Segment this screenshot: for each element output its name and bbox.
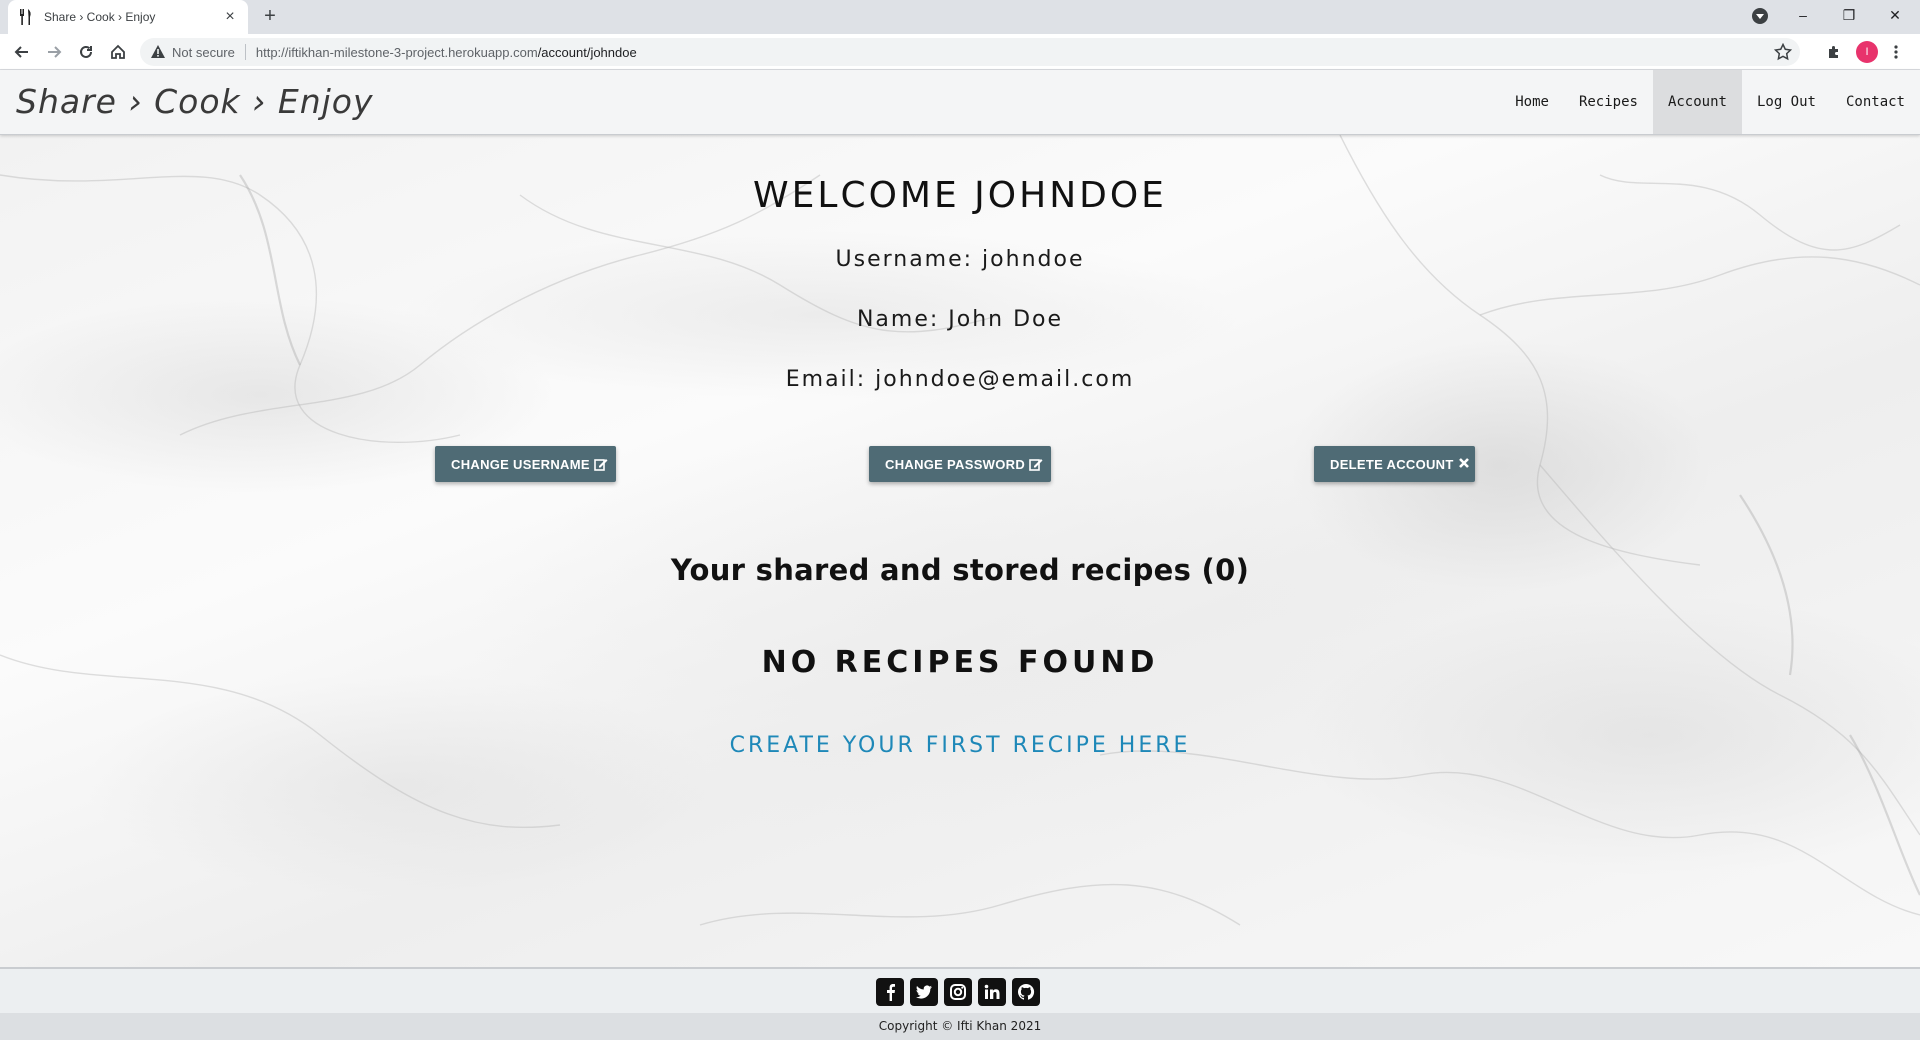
recipes-heading: Your shared and stored recipes (0) <box>670 553 1250 587</box>
copyright-text: Copyright © Ifti Khan 2021 <box>878 1019 1042 1033</box>
forward-arrow-icon[interactable] <box>42 40 66 64</box>
twitter-icon[interactable] <box>910 978 938 1006</box>
account-page-main: WELCOME JOHNDOE Username: johndoe Name: … <box>0 135 1920 967</box>
tab-close-icon[interactable]: × <box>222 9 238 25</box>
linkedin-icon[interactable] <box>978 978 1006 1006</box>
change-password-label: CHANGE PASSWORD <box>885 456 1026 472</box>
site-navbar: Share › Cook › Enjoy Home Recipes Accoun… <box>0 70 1920 135</box>
nav-links: Home Recipes Account Log Out Contact <box>1500 70 1920 134</box>
extensions-puzzle-icon[interactable] <box>1822 40 1846 64</box>
new-tab-button[interactable]: + <box>258 5 282 29</box>
welcome-heading: WELCOME JOHNDOE <box>753 175 1167 216</box>
delete-account-label: DELETE ACCOUNT <box>1330 456 1454 472</box>
delete-account-button[interactable]: DELETE ACCOUNT <box>1314 446 1475 482</box>
edit-icon <box>1029 457 1043 471</box>
nav-contact[interactable]: Contact <box>1831 70 1920 134</box>
edit-icon <box>594 457 608 471</box>
profile-avatar[interactable]: I <box>1856 41 1878 63</box>
change-password-button[interactable]: CHANGE PASSWORD <box>869 446 1051 482</box>
create-recipe-container: CREATE YOUR FIRST RECIPE HERE <box>0 733 1920 758</box>
site-brand-logo[interactable]: Share › Cook › Enjoy <box>16 82 374 121</box>
social-links <box>876 978 1040 1006</box>
url-text[interactable]: http://iftikhan-milestone-3-project.hero… <box>256 45 637 60</box>
nav-recipes[interactable]: Recipes <box>1564 70 1653 134</box>
close-x-icon <box>1458 457 1470 471</box>
bookmark-star-icon[interactable] <box>1773 42 1793 61</box>
instagram-icon[interactable] <box>944 978 972 1006</box>
change-username-button[interactable]: CHANGE USERNAME <box>435 446 616 482</box>
address-bar[interactable]: Not secure http://iftikhan-milestone-3-p… <box>140 38 1800 66</box>
name-info: Name: John Doe <box>856 307 1064 332</box>
facebook-icon[interactable] <box>876 978 904 1006</box>
reload-icon[interactable] <box>74 40 98 64</box>
omnibox-divider <box>244 44 246 60</box>
nav-log-out[interactable]: Log Out <box>1742 70 1831 134</box>
browser-tab-strip: Share › Cook › Enjoy × + – ❐ ✕ <box>0 0 1920 34</box>
tab-search-icon[interactable] <box>1752 8 1768 24</box>
github-icon[interactable] <box>1012 978 1040 1006</box>
home-icon[interactable] <box>106 40 130 64</box>
no-recipes-message: NO RECIPES FOUND <box>761 645 1159 680</box>
url-host: http://iftikhan-milestone-3-project.hero… <box>255 44 538 60</box>
browser-toolbar: Not secure http://iftikhan-milestone-3-p… <box>0 34 1920 70</box>
change-username-label: CHANGE USERNAME <box>451 456 590 472</box>
account-content: WELCOME JOHNDOE Username: johndoe Name: … <box>0 135 1920 967</box>
minimize-button[interactable]: – <box>1780 0 1826 30</box>
create-first-recipe-link[interactable]: CREATE YOUR FIRST RECIPE HERE <box>730 733 1191 758</box>
nav-home[interactable]: Home <box>1500 70 1564 134</box>
username-info: Username: johndoe <box>835 247 1085 272</box>
fork-knife-icon <box>18 9 34 25</box>
security-label[interactable]: Not secure <box>172 45 235 60</box>
footer-social-bar <box>0 967 1920 1013</box>
tab-title: Share › Cook › Enjoy <box>44 10 156 24</box>
back-arrow-icon[interactable] <box>10 40 34 64</box>
more-menu-icon[interactable] <box>1884 40 1908 64</box>
warning-icon[interactable] <box>150 44 166 60</box>
email-info: Email: johndoe@email.com <box>785 367 1135 392</box>
nav-account[interactable]: Account <box>1652 70 1742 134</box>
url-path: /account/johndoe <box>537 44 637 60</box>
close-window-button[interactable]: ✕ <box>1872 0 1918 30</box>
footer-copyright-bar: Copyright © Ifti Khan 2021 <box>0 1013 1920 1040</box>
browser-tab[interactable]: Share › Cook › Enjoy × <box>8 0 248 34</box>
restore-button[interactable]: ❐ <box>1826 0 1872 30</box>
